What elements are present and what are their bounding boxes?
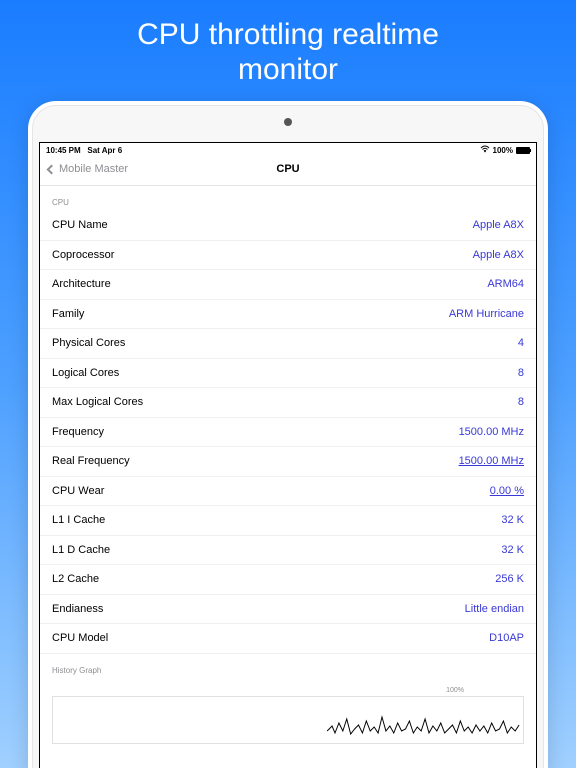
chevron-left-icon (47, 164, 57, 174)
row-label: CPU Name (52, 219, 108, 231)
tablet-frame: 10:45 PM Sat Apr 6 100% Mobile Master (28, 101, 548, 768)
row-label: Frequency (52, 426, 104, 438)
row-value: 32 K (501, 544, 524, 556)
row-value: 32 K (501, 514, 524, 526)
cpu-row: Architecture ARM64 (40, 270, 536, 300)
nav-bar: Mobile Master CPU (40, 157, 536, 186)
cpu-row: L1 I Cache 32 K (40, 506, 536, 536)
row-label: Endianess (52, 603, 103, 615)
row-value[interactable]: 0.00 % (490, 485, 524, 497)
history-graph-area: 100% (40, 679, 536, 744)
row-label: L2 Cache (52, 573, 99, 585)
tablet-bezel: 10:45 PM Sat Apr 6 100% Mobile Master (32, 105, 544, 768)
row-value[interactable]: 1500.00 MHz (459, 455, 524, 467)
row-value: Apple A8X (473, 219, 524, 231)
row-value: D10AP (489, 632, 524, 644)
row-value: 4 (518, 337, 524, 349)
cpu-row: Family ARM Hurricane (40, 300, 536, 330)
cpu-row: Physical Cores 4 (40, 329, 536, 359)
cpu-row: L2 Cache 256 K (40, 565, 536, 595)
battery-percent: 100% (493, 146, 513, 155)
promo-line2: monitor (238, 53, 338, 86)
cpu-row: Endianess Little endian (40, 595, 536, 625)
front-camera (284, 118, 292, 126)
battery-icon (516, 147, 530, 154)
cpu-row: CPU Name Apple A8X (40, 211, 536, 241)
status-bar: 10:45 PM Sat Apr 6 100% (40, 143, 536, 157)
cpu-row: Frequency 1500.00 MHz (40, 418, 536, 448)
row-value: 1500.00 MHz (459, 426, 524, 438)
row-label: Family (52, 308, 84, 320)
cpu-row: Real Frequency 1500.00 MHz (40, 447, 536, 477)
status-time: 10:45 PM (46, 146, 81, 155)
row-value: 256 K (495, 573, 524, 585)
promo-title: CPU throttling realtime monitor (0, 0, 576, 101)
row-label: CPU Model (52, 632, 108, 644)
row-label: Logical Cores (52, 367, 119, 379)
section-header-cpu: CPU (40, 186, 536, 211)
back-label: Mobile Master (59, 163, 128, 175)
row-label: CPU Wear (52, 485, 104, 497)
cpu-row: Coprocessor Apple A8X (40, 241, 536, 271)
cpu-row: CPU Wear 0.00 % (40, 477, 536, 507)
status-date: Sat Apr 6 (87, 146, 122, 155)
row-label: Max Logical Cores (52, 396, 143, 408)
row-value: 8 (518, 396, 524, 408)
status-right: 100% (480, 145, 530, 155)
screen: 10:45 PM Sat Apr 6 100% Mobile Master (39, 142, 537, 768)
graph-max-label: 100% (52, 687, 524, 694)
status-left: 10:45 PM Sat Apr 6 (46, 146, 122, 155)
wifi-icon (480, 145, 490, 155)
row-label: L1 D Cache (52, 544, 110, 556)
row-label: Architecture (52, 278, 111, 290)
row-value: Apple A8X (473, 249, 524, 261)
row-value: 8 (518, 367, 524, 379)
graph-line-icon (53, 711, 523, 741)
cpu-row: Logical Cores 8 (40, 359, 536, 389)
row-value: ARM Hurricane (449, 308, 524, 320)
cpu-row: Max Logical Cores 8 (40, 388, 536, 418)
row-label: Coprocessor (52, 249, 114, 261)
promo-line1: CPU throttling realtime (137, 18, 439, 51)
row-label: Real Frequency (52, 455, 130, 467)
cpu-info-list: CPU Name Apple A8X Coprocessor Apple A8X Arc… (40, 211, 536, 654)
cpu-row: CPU Model D10AP (40, 624, 536, 654)
row-label: Physical Cores (52, 337, 125, 349)
history-graph (52, 696, 524, 744)
row-label: L1 I Cache (52, 514, 105, 526)
back-button[interactable]: Mobile Master (48, 163, 128, 175)
row-value: ARM64 (487, 278, 524, 290)
section-header-graph: History Graph (40, 654, 536, 679)
cpu-row: L1 D Cache 32 K (40, 536, 536, 566)
row-value: Little endian (465, 603, 524, 615)
